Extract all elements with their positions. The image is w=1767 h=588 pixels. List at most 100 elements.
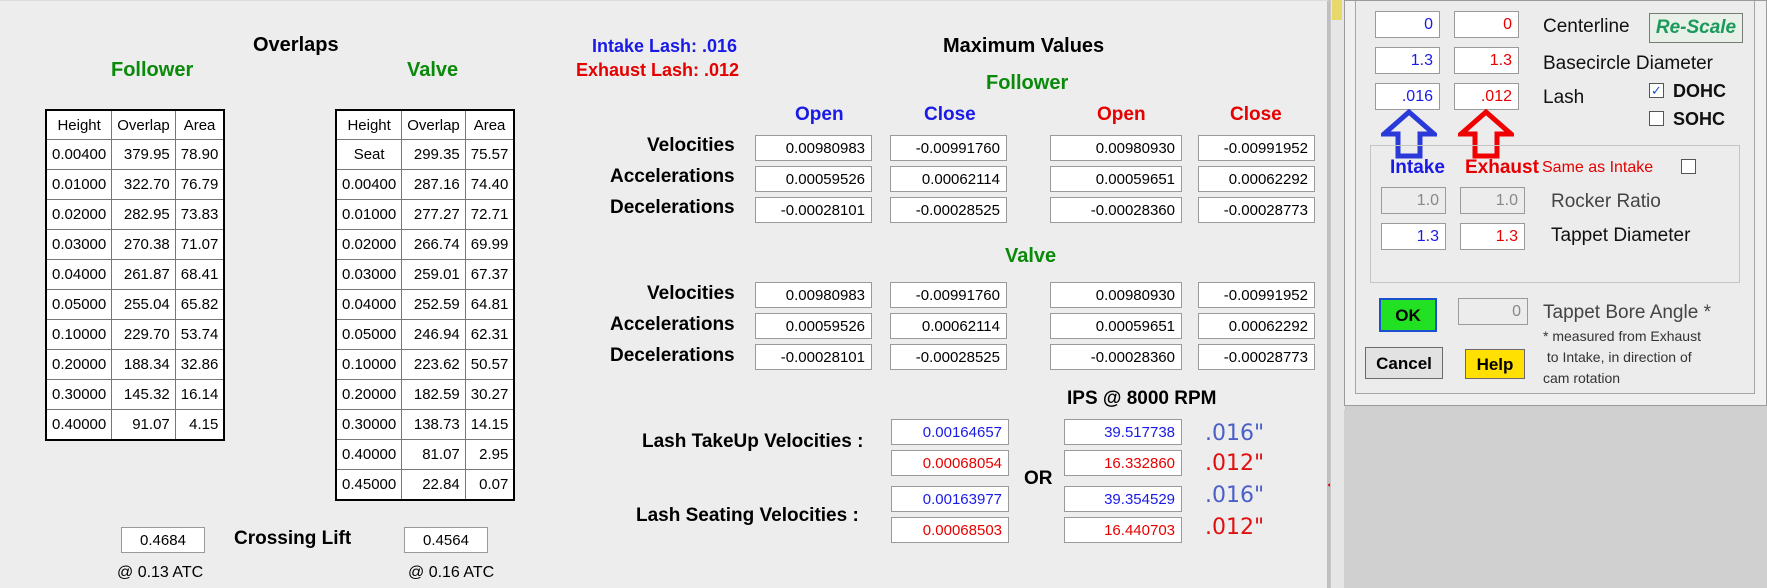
lash-intake-field[interactable]: .016 [1375,83,1440,110]
height-cell: 0.02000 [45,199,113,230]
ok-button[interactable]: OK [1379,298,1437,332]
follower-accelerations-label: Accelerations [610,166,735,187]
valve-overlap-table: Height Overlap Area Seat 299.35 75.57 0.004… [335,109,516,501]
tappet-diameter-intake-field[interactable]: 1.3 [1381,223,1446,250]
overlap-cell: 266.74 [401,229,466,260]
overlaps-valve-label: Valve [407,59,459,81]
valve-decelerations-exhaust-open-field[interactable]: -0.00028360 [1050,344,1182,370]
lash-exhaust-field[interactable]: .012 [1454,83,1519,110]
lash-seating-label: Lash Seating Velocities : [636,505,859,526]
height-cell: 0.40000 [45,409,113,441]
bore-angle-note-1: * measured from Exhaust [1543,328,1701,344]
tappet-diameter-exhaust-field[interactable]: 1.3 [1460,223,1525,250]
tappet-diameter-label: Tappet Diameter [1551,225,1691,246]
sohc-checkbox[interactable] [1649,111,1664,126]
table-row: 0.10000 229.70 53.74 [45,319,225,350]
follower-velocities-intake-open-field[interactable]: 0.00980983 [755,135,872,161]
overlap-cell: 261.87 [111,259,176,290]
centerline-intake-field[interactable]: 0 [1375,11,1440,38]
maximum-values-title: Maximum Values [943,35,1105,57]
valve-decelerations-label: Decelerations [610,345,735,366]
height-cell: 0.03000 [335,259,403,290]
follower-decelerations-intake-close-field[interactable]: -0.00028525 [890,197,1007,223]
follower-velocities-label: Velocities [647,135,735,156]
follower-decelerations-exhaust-close-field[interactable]: -0.00028773 [1198,197,1315,223]
follower-velocities-intake-close-field[interactable]: -0.00991760 [890,135,1007,161]
takeup-intake-field[interactable]: 0.00164657 [891,419,1009,445]
overlap-cell: 259.01 [401,259,466,290]
valve-velocities-exhaust-open-field[interactable]: 0.00980930 [1050,282,1182,308]
takeup-ips-exhaust-field[interactable]: 16.332860 [1064,450,1182,476]
basecircle-exhaust-field[interactable]: 1.3 [1454,47,1519,74]
area-cell: 68.41 [174,259,225,290]
tappet-bore-angle-label: Tappet Bore Angle * [1543,302,1711,323]
area-cell: 14.15 [464,409,515,440]
table-row: 0.20000 182.59 30.27 [335,379,515,410]
valve-decelerations-exhaust-close-field[interactable]: -0.00028773 [1198,344,1315,370]
valve-velocities-intake-open-field[interactable]: 0.00980983 [755,282,872,308]
follower-decelerations-exhaust-open-field[interactable]: -0.00028360 [1050,197,1182,223]
takeup-exhaust-field[interactable]: 0.00068054 [891,450,1009,476]
height-cell: 0.20000 [335,379,403,410]
crossing-lift-follower-field[interactable]: 0.4684 [121,527,205,553]
atc-follower-text: @ 0.13 ATC [117,564,204,581]
crossing-lift-valve-field[interactable]: 0.4564 [404,527,488,553]
seating-intake-field[interactable]: 0.00163977 [891,486,1009,512]
follower-accelerations-exhaust-close-field[interactable]: 0.00062292 [1198,166,1315,192]
centerline-exhaust-field[interactable]: 0 [1454,11,1519,38]
overlap-cell: 246.94 [401,319,466,350]
help-button[interactable]: Help [1465,349,1525,379]
ips-title: IPS @ 8000 RPM [1067,388,1217,409]
valve-accelerations-intake-close-field[interactable]: 0.00062114 [890,313,1007,339]
valve-accelerations-exhaust-open-field[interactable]: 0.00059651 [1050,313,1182,339]
seating-ips-exhaust-field[interactable]: 16.440703 [1064,517,1182,543]
follower-accelerations-intake-open-field[interactable]: 0.00059526 [755,166,872,192]
rescale-button[interactable]: Re-Scale [1649,13,1743,43]
basecircle-label: Basecircle Diameter [1543,53,1713,74]
valve-velocities-exhaust-close-field[interactable]: -0.00991952 [1198,282,1315,308]
seating-exhaust-field[interactable]: 0.00068503 [891,517,1009,543]
table-row: 0.04000 252.59 64.81 [335,289,515,320]
table-row: 0.05000 246.94 62.31 [335,319,515,350]
area-cell: 0.07 [464,469,515,501]
maximum-valve-label: Valve [1005,245,1057,267]
valve-velocities-label: Velocities [647,283,735,304]
seating-ips-intake-field[interactable]: 39.354529 [1064,486,1182,512]
overlap-cell: 287.16 [401,169,466,200]
follower-velocities-exhaust-close-field[interactable]: -0.00991952 [1198,135,1315,161]
overlap-cell: 182.59 [401,379,466,410]
basecircle-intake-field[interactable]: 1.3 [1375,47,1440,74]
table-row: 0.01000 277.27 72.71 [335,199,515,230]
overlap-cell: 255.04 [111,289,176,320]
same-as-intake-label: Same as Intake [1542,159,1654,176]
valve-decelerations-intake-close-field[interactable]: -0.00028525 [890,344,1007,370]
area-cell: 69.99 [464,229,515,260]
same-as-intake-checkbox[interactable] [1681,159,1696,174]
valve-velocities-intake-close-field[interactable]: -0.00991760 [890,282,1007,308]
follower-accelerations-exhaust-open-field[interactable]: 0.00059651 [1050,166,1182,192]
valve-accelerations-exhaust-close-field[interactable]: 0.00062292 [1198,313,1315,339]
valve-accelerations-intake-open-field[interactable]: 0.00059526 [755,313,872,339]
height-cell: Seat [335,139,403,170]
height-cell: 0.04000 [45,259,113,290]
dohc-checkbox[interactable]: ✓ [1649,83,1664,98]
cancel-button[interactable]: Cancel [1365,347,1443,379]
note-012-seating: .012" [1205,515,1265,540]
follower-decelerations-label: Decelerations [610,197,735,218]
follower-decelerations-intake-open-field[interactable]: -0.00028101 [755,197,872,223]
header-height: Height [45,109,113,140]
follower-accelerations-intake-close-field[interactable]: 0.00062114 [890,166,1007,192]
note-012-takeup: .012" [1205,451,1265,476]
takeup-ips-intake-field[interactable]: 39.517738 [1064,419,1182,445]
height-cell: 0.45000 [335,469,403,501]
area-cell: 30.27 [464,379,515,410]
valve-decelerations-intake-open-field[interactable]: -0.00028101 [755,344,872,370]
table-row: 0.05000 255.04 65.82 [45,289,225,320]
overlap-cell: 252.59 [401,289,466,320]
overlap-cell: 145.32 [111,379,176,410]
tappet-bore-angle-field[interactable]: 0 [1458,298,1528,325]
table-row: 0.30000 145.32 16.14 [45,379,225,410]
area-cell: 72.71 [464,199,515,230]
follower-velocities-exhaust-open-field[interactable]: 0.00980930 [1050,135,1182,161]
overlap-cell: 270.38 [111,229,176,260]
